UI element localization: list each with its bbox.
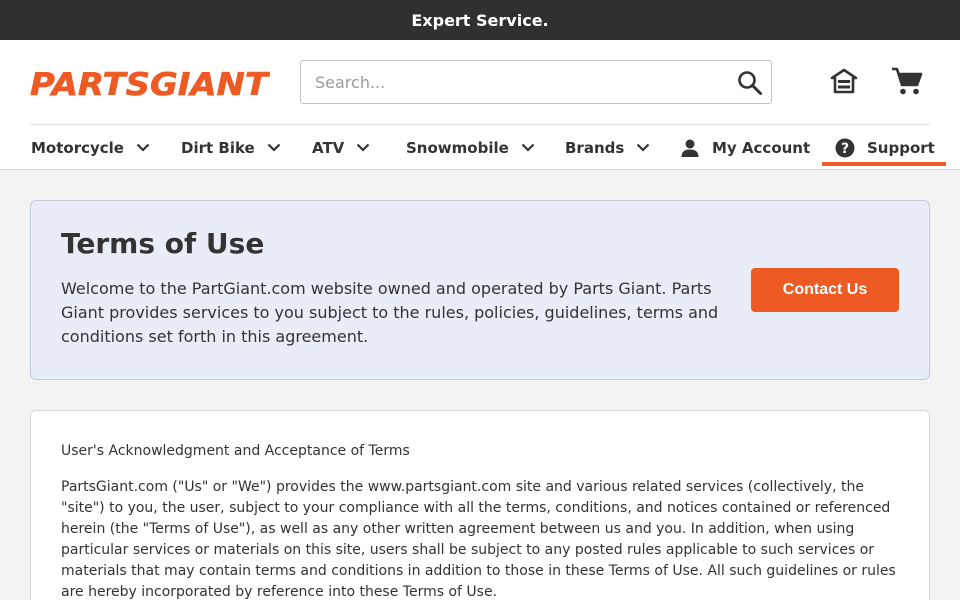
nav-item-snowmobile[interactable]: Snowmobile: [406, 125, 535, 170]
nav-label: Dirt Bike: [181, 138, 255, 157]
svg-text:?: ?: [841, 141, 849, 157]
nav-item-brands[interactable]: Brands: [565, 125, 650, 170]
promo-banner: Expert Service.: [0, 0, 960, 40]
chevron-down-icon: [356, 143, 370, 152]
chevron-down-icon: [136, 143, 150, 152]
chevron-down-icon: [521, 143, 535, 152]
hero-text: Welcome to the PartGiant.com website own…: [61, 279, 719, 346]
search-button[interactable]: [735, 68, 765, 98]
nav-label: Brands: [565, 138, 625, 157]
active-nav-indicator: [822, 162, 946, 166]
chevron-down-icon: [267, 143, 281, 152]
contact-us-button[interactable]: Contact Us: [751, 268, 899, 312]
store-icon: [830, 68, 858, 94]
terms-content: User's Acknowledgment and Acceptance of …: [30, 410, 930, 600]
nav-label: My Account: [712, 138, 811, 157]
nav-item-my-account[interactable]: My Account: [680, 125, 810, 170]
chevron-down-icon: [636, 143, 650, 152]
help-icon: ?: [835, 138, 855, 158]
nav-label: Motorcycle: [31, 138, 124, 157]
cart-button[interactable]: [890, 64, 924, 98]
site-logo[interactable]: PARTSGIANT: [30, 66, 270, 98]
cart-icon: [892, 67, 923, 95]
promo-text: Expert Service.: [411, 10, 549, 30]
page-title: Terms of Use: [61, 227, 265, 260]
nav-label: Support: [867, 138, 935, 157]
nav-item-motorcycle[interactable]: Motorcycle: [31, 125, 150, 170]
search-input[interactable]: [301, 61, 721, 103]
user-icon: [680, 138, 700, 158]
store-button[interactable]: [827, 64, 861, 98]
main-nav: Motorcycle Dirt Bike ATV Snowmobile Bran…: [0, 125, 960, 170]
nav-label: ATV: [312, 138, 345, 157]
search-box: [300, 60, 772, 104]
section-paragraph: PartsGiant.com ("Us" or "We") provides t…: [61, 479, 896, 600]
logo-text: PARTSGIANT: [30, 67, 270, 98]
nav-label: Snowmobile: [406, 138, 509, 157]
terms-hero: Terms of Use Welcome to the PartGiant.co…: [30, 200, 930, 380]
section-title: User's Acknowledgment and Acceptance of …: [61, 443, 410, 459]
site-header: PARTSGIANT Motorcycle: [0, 40, 960, 170]
search-icon: [738, 71, 762, 95]
nav-item-atv[interactable]: ATV: [312, 125, 370, 170]
nav-item-dirt-bike[interactable]: Dirt Bike: [181, 125, 281, 170]
